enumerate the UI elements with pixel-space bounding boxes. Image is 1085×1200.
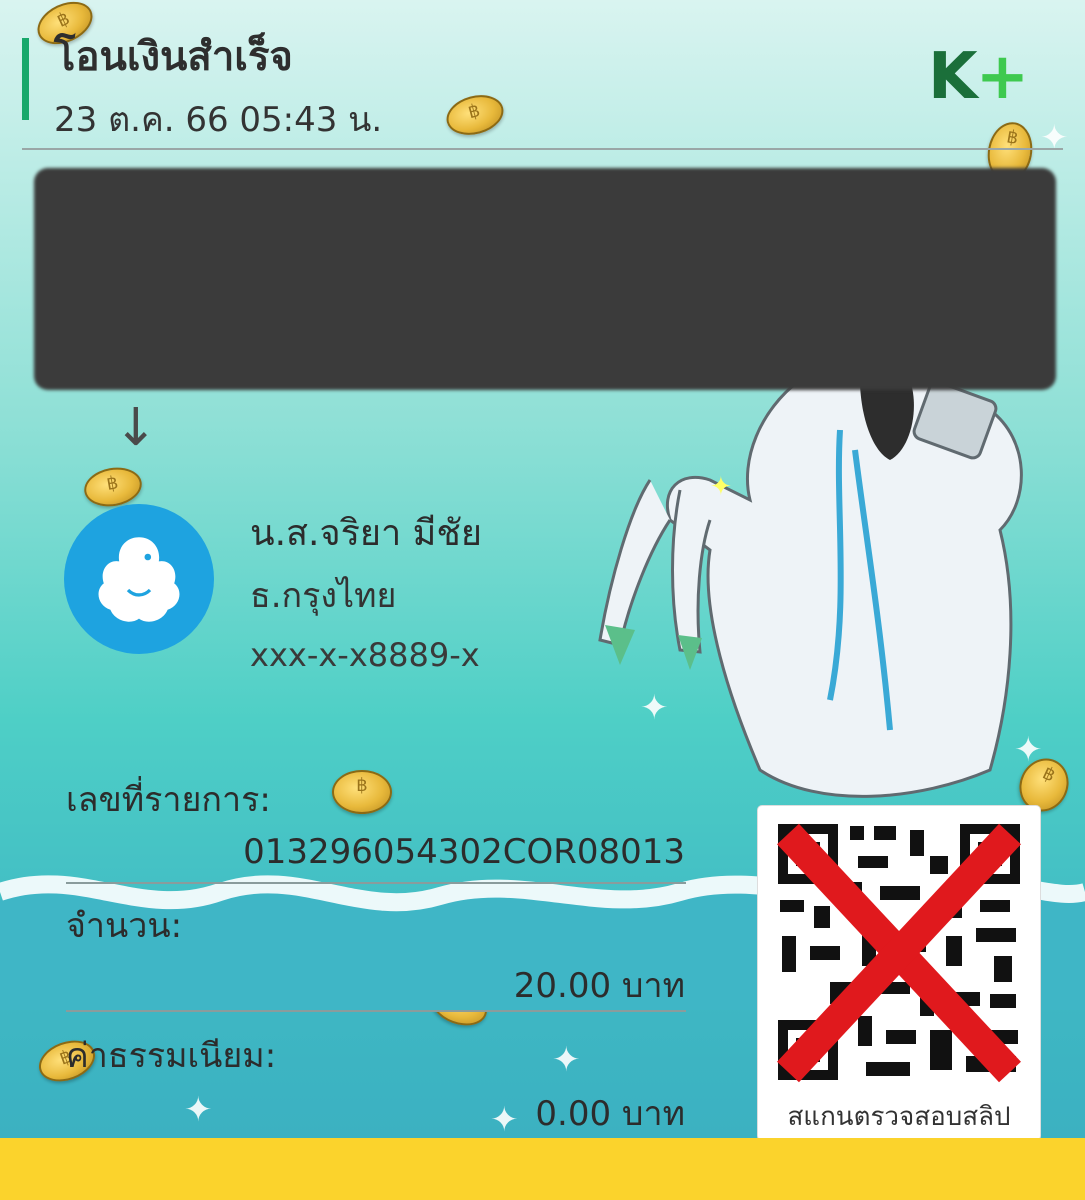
sparkle-icon: ✦ (1040, 118, 1069, 158)
coin-decoration (442, 89, 508, 141)
page-title: โอนเงินสำเร็จ (54, 34, 293, 80)
kplus-logo-plus: + (975, 40, 1030, 114)
recipient-account: xxx-x-x8889-x (250, 636, 480, 674)
amount-value: 20.00 บาท (513, 966, 685, 1006)
fee-label: ค่าธรรมเนียม: (66, 1036, 277, 1076)
sparkle-icon: ✦ (184, 1090, 213, 1130)
arrow-down-icon: ↓ (114, 398, 158, 458)
amount-label: จำนวน: (66, 906, 183, 946)
sparkle-icon: ✦ (552, 1040, 581, 1080)
krungthai-bank-logo (64, 504, 214, 654)
row-divider (66, 1010, 686, 1012)
bottom-bar (0, 1138, 1085, 1200)
header-accent-bar (22, 38, 29, 120)
reference-label: เลขที่รายการ: (66, 780, 271, 820)
fee-value: 0.00 บาท (535, 1094, 685, 1134)
sender-redaction (34, 168, 1056, 390)
reference-value: 013296054302COR08013 (243, 832, 685, 872)
kplus-logo-k: K (928, 40, 978, 114)
verification-qr-card[interactable]: สแกนตรวจสอบสลิป (758, 806, 1040, 1140)
svg-text:✦: ✦ (710, 472, 732, 502)
qr-caption: สแกนตรวจสอบสลิป (787, 1102, 1011, 1132)
row-divider (66, 882, 686, 884)
recipient-name: น.ส.จริยา มีชัย (250, 513, 482, 554)
sparkle-icon: ✦ (490, 1100, 519, 1140)
coin-decoration (332, 770, 392, 814)
qr-code (770, 816, 1028, 1088)
recipient-bank: ธ.กรุงไทย (250, 576, 397, 616)
transaction-datetime: 23 ต.ค. 66 05:43 น. (54, 100, 383, 140)
header-divider (22, 148, 1063, 150)
kplus-logo: K+ (928, 40, 1030, 114)
bird-icon (98, 537, 180, 622)
character-illustration: ✦ (598, 374, 1023, 798)
